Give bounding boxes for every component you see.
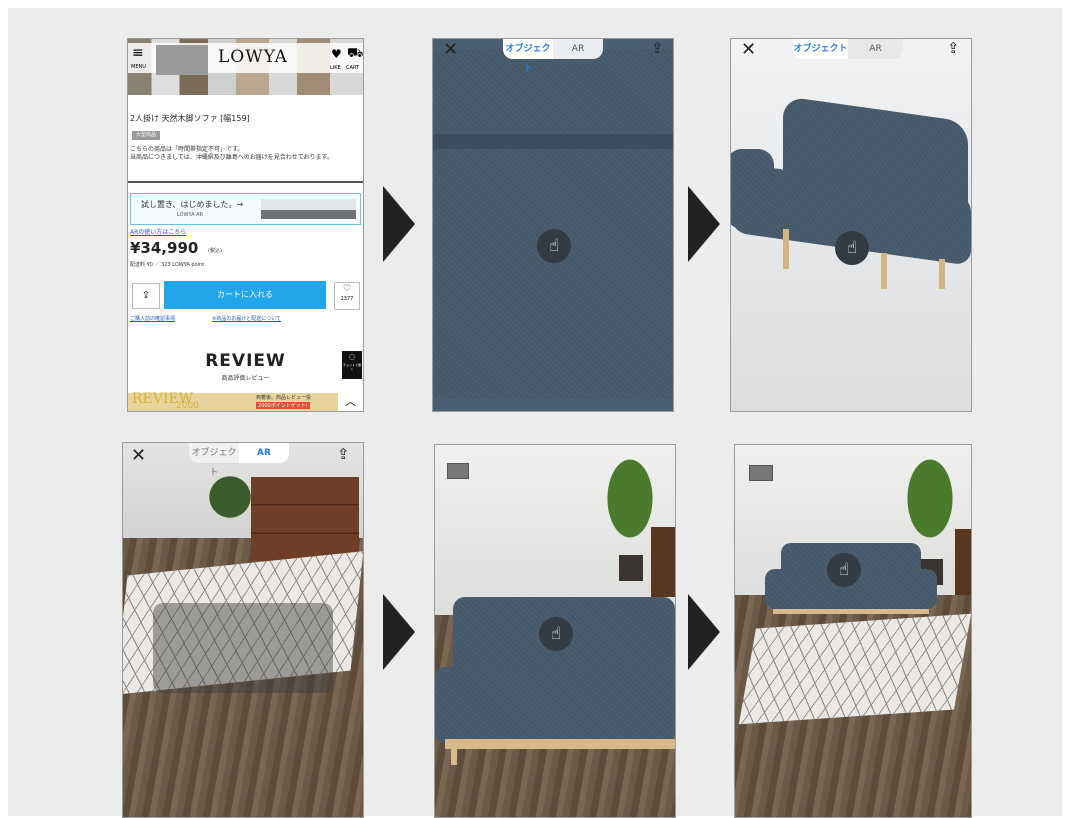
sofa-leg <box>451 749 457 765</box>
plant-pot <box>619 555 643 581</box>
blurred-logo-block <box>156 45 208 75</box>
review-heading: REVIEW <box>205 351 286 371</box>
banner-year: 2000 <box>176 401 199 411</box>
panel-shop-page: ≡ MENU LOWYA ♥ LIKE ⛟ CART 2人掛け 天然木脚ソファ … <box>127 38 364 412</box>
scroll-top-button[interactable]: ︿ <box>338 393 363 411</box>
view-mode-toggle[interactable]: オブジェクト AR <box>503 39 603 74</box>
chat-bubble-icon: ◌ <box>348 352 356 361</box>
comparison-board: ≡ MENU LOWYA ♥ LIKE ⛟ CART 2人掛け 天然木脚ソファ … <box>8 8 1062 818</box>
notice-line-1: こちらの商品は「時間帯指定不可」です。 <box>130 146 244 153</box>
ar-banner[interactable]: 試し置き、はじめました。→ LOWYA AR <box>130 193 361 225</box>
sofa-leg <box>939 259 945 289</box>
cushion-front <box>433 149 673 399</box>
sofa-frame <box>445 739 675 749</box>
panel-object-view: オブジェクト AR ✕ ⇪ ☝ <box>730 38 972 412</box>
cart-icon[interactable]: ⛟ <box>347 46 363 63</box>
arrow-right-icon <box>688 186 720 262</box>
panel-ar-placed-close: ☝ <box>434 444 676 818</box>
tax-note: (税込) <box>208 248 222 254</box>
price: ¥34,990 <box>130 239 199 257</box>
ar-howto-link[interactable]: ARの使い方はこちら <box>130 227 186 236</box>
dresser <box>251 477 359 561</box>
tab-ar[interactable]: AR <box>239 443 289 463</box>
product-title: 2人掛け 天然木脚ソファ [幅159] <box>130 114 250 123</box>
sofa-leg <box>881 253 887 289</box>
hand-gesture-icon: ☝ <box>827 553 861 587</box>
review-subheading: 商品評価レビュー <box>221 375 270 382</box>
close-icon[interactable]: ✕ <box>443 39 458 60</box>
close-icon[interactable]: ✕ <box>741 39 756 60</box>
add-to-cart-button[interactable]: カートに入れる <box>164 281 326 309</box>
cart-label: CART <box>346 65 360 71</box>
heart-outline-icon: ♡ <box>342 284 352 294</box>
hand-gesture-icon: ☝ <box>537 229 571 263</box>
sofa-frame <box>773 609 929 614</box>
banner-points: 2000ポイントゲット! <box>256 402 310 409</box>
view-mode-toggle[interactable]: オブジェクト AR <box>793 39 903 59</box>
hand-gesture-icon: ☝ <box>835 231 869 265</box>
oversize-tag: 大型商品 <box>132 131 161 140</box>
heart-icon[interactable]: ♥ <box>331 47 342 61</box>
panel-ar-placed-room: ☝ <box>734 444 972 818</box>
sofa-seat <box>435 667 675 743</box>
share-icon[interactable]: ⇪ <box>947 39 960 57</box>
sofa-armrest <box>731 149 774 229</box>
share-icon[interactable]: ⇪ <box>337 445 350 463</box>
tab-ar[interactable]: AR <box>848 39 903 59</box>
panel-ar-placement: オブジェクト AR ✕ ⇪ <box>122 442 364 818</box>
shipping-points: 配送料 ¥0 ／ 323 LOWYA point <box>130 262 205 268</box>
close-icon[interactable]: ✕ <box>131 445 146 466</box>
purchase-confirm-link[interactable]: ご購入前の確認事項 <box>130 315 175 322</box>
menu-label: MENU <box>131 64 146 70</box>
wall-picture <box>447 463 469 479</box>
menu-icon[interactable]: ≡ <box>132 46 144 60</box>
review-campaign-banner[interactable]: REVIEW 2000 到着後、商品レビュー投 2000ポイントゲット! ︿ <box>128 391 363 411</box>
ar-banner-sub: LOWYA AR <box>177 212 204 218</box>
like-button[interactable]: ♡ 1377 <box>334 282 360 310</box>
like-label: LIKE <box>330 65 341 71</box>
share-button[interactable]: ⇪ <box>132 283 160 309</box>
view-mode-toggle[interactable]: オブジェクト AR <box>189 443 289 478</box>
tab-object[interactable]: オブジェクト <box>503 39 553 74</box>
ar-banner-sofa-image <box>261 199 356 219</box>
hand-gesture-icon: ☝ <box>539 617 573 651</box>
ar-banner-text: 試し置き、はじめました。→ <box>141 200 244 209</box>
dresser-edge <box>955 529 971 599</box>
banner-right-text: 到着後、商品レビュー投 <box>256 395 312 401</box>
arrow-right-icon <box>688 594 720 670</box>
chat-button[interactable]: ◌ チャットで聞く <box>342 351 362 379</box>
sofa-placement-shadow <box>153 603 333 693</box>
chat-label: チャットで聞く <box>343 363 361 371</box>
divider <box>128 181 363 183</box>
tab-object[interactable]: オブジェクト <box>793 39 848 59</box>
share-icon[interactable]: ⇪ <box>651 39 664 57</box>
tab-object[interactable]: オブジェクト <box>189 443 239 478</box>
wall-picture <box>749 465 773 481</box>
like-count: 1377 <box>340 296 354 302</box>
notice-line-2: 当商品につきましては、沖縄県及び離島へのお届けを見合わせております。 <box>130 154 333 161</box>
rug <box>738 613 971 725</box>
dresser-edge <box>651 527 675 597</box>
sofa-leg <box>783 229 789 269</box>
panel-object-closeup: オブジェクト AR ✕ ⇪ ☝ <box>432 38 674 412</box>
arrow-right-icon <box>383 594 415 670</box>
shop-logo[interactable]: LOWYA <box>218 47 288 67</box>
delivery-info-link[interactable]: ※商品のお届けと配送について <box>212 315 281 322</box>
arrow-right-icon <box>383 186 415 262</box>
tab-ar[interactable]: AR <box>553 39 603 59</box>
